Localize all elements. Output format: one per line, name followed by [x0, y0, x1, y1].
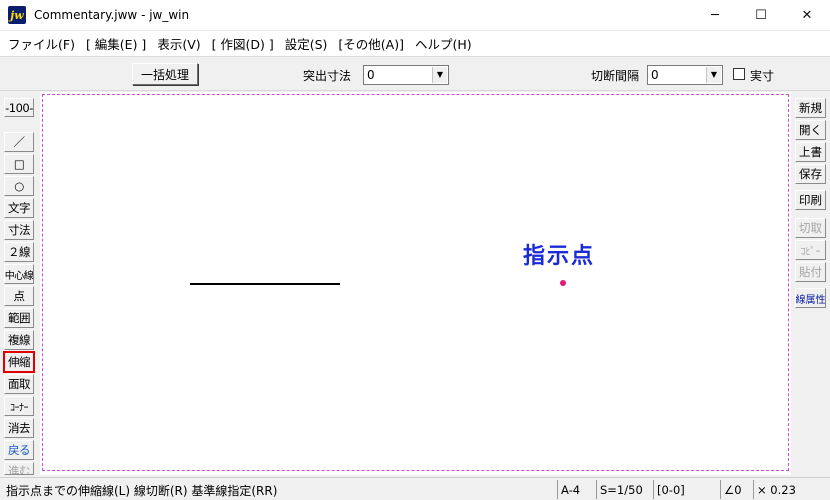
cut-interval-value: 0 — [651, 68, 659, 82]
double-line-tool[interactable]: ２線 — [4, 242, 34, 262]
menu-settings[interactable]: 設定(S) — [281, 34, 332, 53]
chevron-down-icon[interactable]: ▼ — [432, 67, 447, 83]
maximize-button[interactable]: ☐ — [738, 0, 784, 31]
window-title: Commentary.jww - jw_win — [34, 8, 190, 22]
status-message: 指示点までの伸縮線(L) 線切断(R) 基準線指定(RR) — [6, 484, 278, 498]
undo-tool[interactable]: 戻る — [4, 440, 34, 460]
circle-tool[interactable]: ○ — [4, 176, 34, 196]
save-button[interactable]: 保存 — [795, 164, 826, 184]
protrusion-combo[interactable]: 0 ▼ — [363, 65, 449, 85]
line-tool[interactable]: ／ — [4, 132, 34, 152]
chamfer-tool[interactable]: 面取 — [4, 374, 34, 394]
close-button[interactable]: ✕ — [784, 0, 830, 31]
new-button[interactable]: 新規 — [795, 98, 826, 118]
print-button[interactable]: 印刷 — [795, 190, 826, 210]
cut-button[interactable]: 切取 — [795, 218, 826, 238]
zoom-indicator[interactable]: × 0.23 — [753, 480, 829, 499]
actual-size-label: 実寸 — [750, 69, 775, 83]
menu-view[interactable]: 表示(V) — [153, 34, 204, 53]
text-tool[interactable]: 文字 — [4, 198, 34, 218]
minimize-icon: ─ — [711, 8, 719, 23]
overwrite-button[interactable]: 上書 — [795, 142, 826, 162]
close-icon: ✕ — [801, 8, 813, 23]
batch-process-button[interactable]: 一括処理 — [132, 63, 198, 85]
erase-tool[interactable]: 消去 — [4, 418, 34, 438]
extend-trim-tool[interactable]: 伸縮 — [3, 351, 35, 373]
chevron-down-icon[interactable]: ▼ — [706, 67, 721, 83]
menu-draw[interactable]: [ 作図(D) ] — [208, 34, 278, 53]
protrusion-label: 突出寸法 — [303, 69, 352, 83]
actual-size-checkbox[interactable] — [733, 68, 745, 80]
drawn-line[interactable] — [190, 283, 340, 285]
title-bar: jw Commentary.jww - jw_win ─ ☐ ✕ — [0, 0, 830, 31]
dimension-tool[interactable]: 寸法 — [4, 220, 34, 240]
right-tool-palette: 新規 開く 上書 保存 印刷 切取 ｺﾋﾟｰ 貼付 線属性 — [791, 92, 830, 475]
rectangle-tool[interactable]: □ — [4, 154, 34, 174]
menu-edit[interactable]: [ 編集(E) ] — [82, 34, 150, 53]
corner-tool[interactable]: ｺｰﾅｰ — [4, 396, 34, 416]
copy-button[interactable]: ｺﾋﾟｰ — [795, 240, 826, 260]
center-line-tool[interactable]: 中心線 — [4, 264, 34, 284]
cut-interval-combo[interactable]: 0 ▼ — [647, 65, 723, 85]
status-bar: 指示点までの伸縮線(L) 線切断(R) 基準線指定(RR) A-4 S=1/50… — [0, 477, 830, 500]
layer-indicator[interactable]: [0-0] — [653, 480, 719, 499]
line-attribute-button[interactable]: 線属性 — [795, 288, 826, 308]
protrusion-value: 0 — [367, 68, 375, 82]
menu-other[interactable]: [その他(A)] — [334, 34, 408, 53]
open-button[interactable]: 開く — [795, 120, 826, 140]
indicator-point-marker[interactable] — [560, 280, 566, 286]
left-tool-palette: -100- ／ □ ○ 文字 寸法 ２線 中心線 点 範囲 複線 伸縮 面取 ｺ… — [0, 92, 40, 475]
app-icon: jw — [8, 6, 26, 24]
menu-help[interactable]: ヘルプ(H) — [411, 34, 476, 53]
drawing-canvas[interactable]: 指示点 — [40, 92, 791, 475]
minimize-button[interactable]: ─ — [692, 0, 738, 31]
drawing-scale[interactable]: S=1/50 — [596, 480, 652, 499]
range-tool[interactable]: 範囲 — [4, 308, 34, 328]
point-tool[interactable]: 点 — [4, 286, 34, 306]
parallel-line-tool[interactable]: 複線 — [4, 330, 34, 350]
cut-interval-label: 切断間隔 — [591, 69, 640, 83]
menu-bar: ファイル(F) [ 編集(E) ] 表示(V) [ 作図(D) ] 設定(S) … — [0, 31, 830, 57]
command-toolbar: 一括処理 突出寸法 0 ▼ 切断間隔 0 ▼ 実寸 — [0, 58, 830, 91]
scale-button[interactable]: -100- — [4, 98, 34, 117]
angle-indicator[interactable]: ∠0 — [720, 480, 752, 499]
menu-file[interactable]: ファイル(F) — [4, 34, 79, 53]
paper-size[interactable]: A-4 — [557, 480, 595, 499]
redo-tool[interactable]: 進む — [4, 462, 34, 475]
page-frame — [42, 94, 789, 471]
paste-button[interactable]: 貼付 — [795, 262, 826, 282]
indicator-point-label: 指示点 — [523, 244, 596, 269]
maximize-icon: ☐ — [755, 8, 767, 23]
